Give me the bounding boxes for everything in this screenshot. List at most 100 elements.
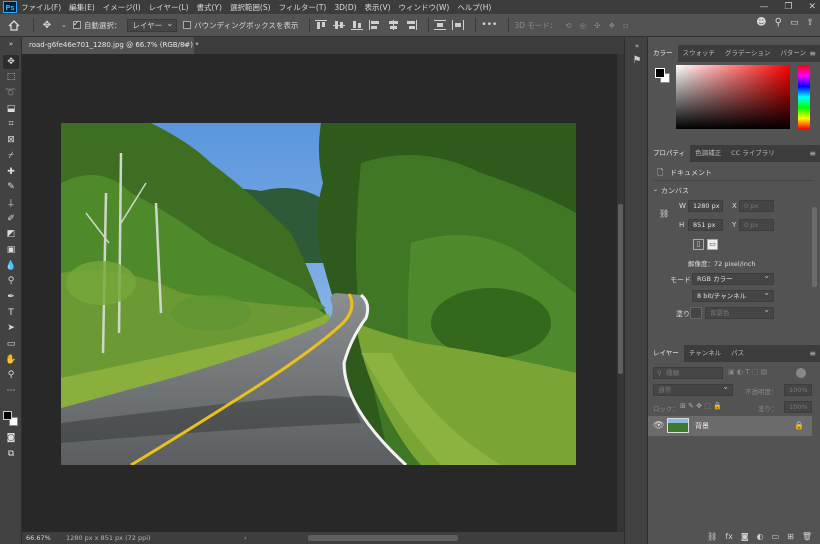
screen-mode-icon[interactable]: ⧉ xyxy=(3,447,19,461)
minimize-button[interactable]: — xyxy=(759,2,768,12)
search-icon[interactable]: ⚲ xyxy=(775,17,782,28)
dodge-tool-icon[interactable]: ⚲ xyxy=(3,274,19,288)
new-layer-icon[interactable]: ⊞ xyxy=(787,532,794,541)
gradient-tool-icon[interactable]: ▣ xyxy=(3,243,19,257)
menu-image[interactable]: イメージ(I) xyxy=(103,2,141,13)
canvas-x-field[interactable]: 0 px xyxy=(739,200,774,212)
canvas-vertical-scrollbar[interactable] xyxy=(617,54,624,532)
close-tab-icon[interactable]: × xyxy=(182,37,188,54)
document-image[interactable] xyxy=(61,123,576,465)
opacity-field[interactable]: 100% xyxy=(784,384,812,396)
filter-toggle-icon[interactable] xyxy=(796,368,806,378)
auto-select-checkbox[interactable] xyxy=(72,19,81,29)
bit-depth-select[interactable]: 8 bit/チャンネル xyxy=(692,288,774,302)
more-options-button[interactable]: ••• xyxy=(481,20,497,30)
scrollbar-thumb[interactable] xyxy=(618,204,623,374)
canvas-y-field[interactable]: 0 px xyxy=(739,219,774,231)
3d-roll-icon[interactable]: ◎ xyxy=(580,21,587,30)
tab-channels[interactable]: チャンネル xyxy=(684,345,726,362)
color-picker-field[interactable] xyxy=(676,65,790,129)
fill-select[interactable]: 背景色 xyxy=(705,305,774,319)
3d-slide-icon[interactable]: ❖ xyxy=(608,21,615,30)
panel-menu-icon[interactable]: ≡ xyxy=(809,149,816,158)
menu-file[interactable]: ファイル(F) xyxy=(21,2,61,13)
filter-pixel-icon[interactable]: ▣ ◐ T ⬚ ▤ xyxy=(728,368,767,376)
rectangle-tool-icon[interactable]: ▭ xyxy=(3,337,19,351)
lock-options-icon[interactable]: ⊞ ✎ ✥ ⬚ 🔒 xyxy=(680,402,722,410)
tab-gradients[interactable]: グラデーション xyxy=(720,45,775,62)
foreground-color-swatch[interactable] xyxy=(655,68,665,78)
menu-filter[interactable]: フィルター(T) xyxy=(279,2,327,13)
close-window-button[interactable]: ✕ xyxy=(808,2,816,12)
link-layers-icon[interactable]: ⛓ xyxy=(707,532,717,541)
document-tab[interactable]: road-g6fe46e701_1280.jpg @ 66.7% (RGB/8#… xyxy=(22,37,199,54)
clone-stamp-tool-icon[interactable]: ⍊ xyxy=(3,196,19,210)
properties-scrollbar[interactable] xyxy=(812,207,817,287)
status-menu-arrow-icon[interactable]: › xyxy=(244,532,247,544)
fx-icon[interactable]: fx xyxy=(725,532,733,541)
hand-tool-icon[interactable]: ✋ xyxy=(3,353,19,367)
trash-icon[interactable]: 🗑 xyxy=(802,532,812,541)
auto-select-dropdown[interactable]: レイヤー xyxy=(127,18,178,32)
align-vertical-center-icon[interactable] xyxy=(333,20,346,30)
3d-pan-icon[interactable]: ✣ xyxy=(594,21,600,30)
lock-icon[interactable]: 🔒 xyxy=(794,416,804,436)
landscape-orientation-icon[interactable]: ▭ xyxy=(707,239,718,250)
quick-mask-icon[interactable]: ◙ xyxy=(3,431,19,445)
object-select-tool-icon[interactable]: ⬓ xyxy=(3,102,19,116)
tab-patterns[interactable]: パターン xyxy=(775,45,811,62)
collapse-icon[interactable]: « xyxy=(630,39,644,53)
menu-help[interactable]: ヘルプ(H) xyxy=(457,2,491,13)
tab-properties[interactable]: プロパティ xyxy=(648,145,691,162)
workspace-icon[interactable]: ▭ xyxy=(790,18,799,28)
history-brush-tool-icon[interactable]: ✐ xyxy=(3,212,19,226)
brush-tool-icon[interactable]: ✎ xyxy=(3,180,19,194)
layer-filter-kind[interactable]: ⚲ 種類 xyxy=(653,367,723,379)
3d-scale-icon[interactable]: ▫ xyxy=(623,21,628,30)
collapse-icon[interactable]: » xyxy=(3,37,19,51)
chevron-down-icon[interactable]: ⌄ xyxy=(61,21,67,29)
share-icon[interactable]: ⇪ xyxy=(806,18,814,28)
panel-menu-icon[interactable]: ≡ xyxy=(809,49,816,58)
link-icon[interactable]: ⛓ xyxy=(659,209,669,218)
maximize-button[interactable]: ❐ xyxy=(784,2,792,12)
zoom-level[interactable]: 66.67% xyxy=(26,532,51,544)
menu-3d[interactable]: 3D(D) xyxy=(334,3,356,12)
type-tool-icon[interactable]: T xyxy=(3,306,19,320)
menu-type[interactable]: 書式(Y) xyxy=(197,2,222,13)
align-left-icon[interactable] xyxy=(369,20,381,30)
fill-color-swatch[interactable] xyxy=(690,307,702,319)
align-horizontal-center-icon[interactable] xyxy=(387,20,399,30)
hue-slider[interactable] xyxy=(798,65,810,129)
marquee-tool-icon[interactable]: ⬚ xyxy=(3,70,19,84)
menu-layer[interactable]: レイヤー(L) xyxy=(149,2,189,13)
menu-view[interactable]: 表示(V) xyxy=(365,2,391,13)
eye-icon[interactable]: 👁 xyxy=(653,416,664,436)
layer-fill-field[interactable]: 100% xyxy=(784,401,812,413)
canvas-width-field[interactable]: 1280 px xyxy=(688,200,723,212)
adjustment-layer-icon[interactable]: ◐ xyxy=(757,532,764,541)
tab-layers[interactable]: レイヤー xyxy=(648,345,684,362)
panel-menu-icon[interactable]: ≡ xyxy=(809,349,816,358)
lasso-tool-icon[interactable]: ➰ xyxy=(3,86,19,100)
blend-mode-select[interactable]: 通常 xyxy=(653,382,733,396)
move-tool-icon[interactable]: ✥ xyxy=(39,17,55,33)
eyedropper-tool-icon[interactable]: ⌿ xyxy=(3,149,19,163)
share-user-icon[interactable]: ☻ xyxy=(756,17,766,28)
zoom-tool-icon[interactable]: ⚲ xyxy=(3,368,19,382)
horizontal-scrollbar-thumb[interactable] xyxy=(308,535,458,541)
tab-cc-libraries[interactable]: CC ライブラリ xyxy=(726,145,780,162)
eraser-tool-icon[interactable]: ◩ xyxy=(3,227,19,241)
path-selection-tool-icon[interactable]: ➤ xyxy=(3,321,19,335)
align-bottom-icon[interactable] xyxy=(351,20,364,30)
distribute-horizontal-icon[interactable] xyxy=(452,20,465,30)
foreground-color-swatch[interactable] xyxy=(3,411,12,420)
layer-name[interactable]: 背景 xyxy=(695,416,709,436)
align-right-icon[interactable] xyxy=(405,20,418,30)
distribute-vertical-icon[interactable] xyxy=(434,20,447,30)
menu-edit[interactable]: 編集(E) xyxy=(69,2,95,13)
align-top-icon[interactable] xyxy=(315,20,328,30)
bounding-box-checkbox[interactable] xyxy=(183,21,192,29)
move-tool-icon[interactable]: ✥ xyxy=(3,55,19,69)
tab-paths[interactable]: パス xyxy=(726,345,749,362)
